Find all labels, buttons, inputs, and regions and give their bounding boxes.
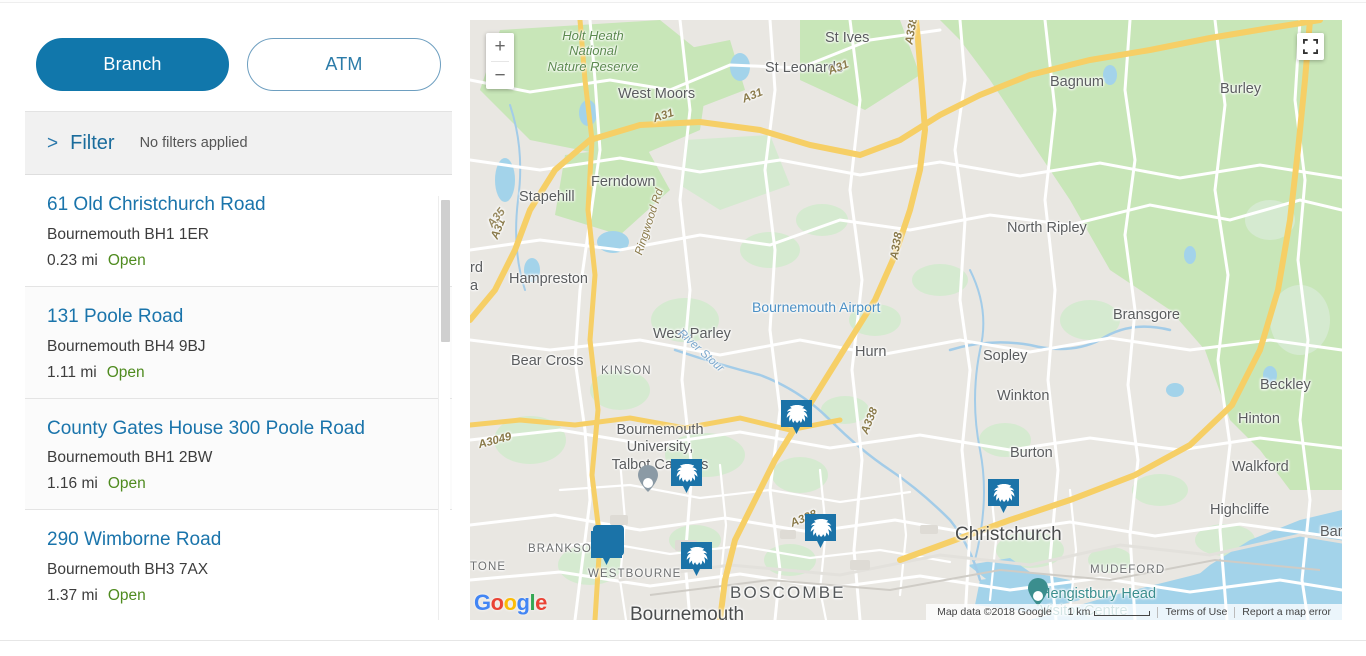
branch-meta: 0.23 mi Open xyxy=(47,252,432,270)
branch-list-panel: Branch ATM > Filter No filters applied 6… xyxy=(25,20,452,620)
top-divider xyxy=(0,0,1366,3)
branch-name-link[interactable]: 290 Wimborne Road xyxy=(47,528,432,552)
branch-open-status: Open xyxy=(107,251,146,269)
branch-address: Bournemouth BH3 7AX xyxy=(47,561,209,578)
zoom-out-button[interactable]: − xyxy=(486,62,514,90)
branch-toggle-label: Branch xyxy=(103,54,162,74)
branch-pin-4[interactable] xyxy=(803,512,838,552)
branch-list-item[interactable]: 290 Wimborne Road Bournemouth BH3 7AX 1.37… xyxy=(25,510,452,620)
branch-distance: 1.37 mi xyxy=(47,587,98,604)
branch-open-status: Open xyxy=(107,475,146,493)
fullscreen-button[interactable] xyxy=(1297,33,1324,60)
branch-pin-1[interactable] xyxy=(779,398,814,438)
branch-meta: 1.11 mi Open xyxy=(47,364,432,382)
atm-toggle-button[interactable]: ATM xyxy=(247,38,441,91)
branch-meta: 1.37 mi Open xyxy=(47,587,432,605)
branch-pin-5[interactable] xyxy=(589,525,624,569)
report-map-error-link[interactable]: Report a map error xyxy=(1235,606,1338,618)
branch-toggle-button[interactable]: Branch xyxy=(36,38,229,91)
branch-list-item[interactable]: 131 Poole Road Bournemouth BH4 9BJ 1.11 mi… xyxy=(25,286,452,399)
atm-toggle-label: ATM xyxy=(325,54,363,74)
branch-pin-2[interactable] xyxy=(669,457,704,497)
map-zoom-control[interactable]: + − xyxy=(486,33,514,89)
branch-address: Bournemouth BH1 2BW xyxy=(47,449,213,467)
fullscreen-icon xyxy=(1303,39,1318,54)
list-scrollbar-thumb[interactable] xyxy=(441,200,450,342)
branch-distance: 1.11 mi xyxy=(47,363,97,381)
branch-pin-6[interactable] xyxy=(679,540,714,580)
map-scale-line xyxy=(1094,611,1151,616)
filter-status-text: No filters applied xyxy=(139,135,248,151)
map-scale-label: 1 km xyxy=(1067,606,1091,618)
terms-of-use-link[interactable]: Terms of Use xyxy=(1158,606,1234,618)
branch-open-status: Open xyxy=(106,363,145,381)
map-data-credit: Map data ©2018 Google xyxy=(937,606,1052,618)
list-scrollbar[interactable] xyxy=(438,196,450,620)
branch-address: Bournemouth BH1 1ER xyxy=(47,225,209,243)
map-scale-bar: 1 km xyxy=(1061,606,1158,618)
branch-list-item[interactable]: 61 Old Christchurch Road Bournemouth BH1 … xyxy=(25,175,452,287)
zoom-in-button[interactable]: + xyxy=(486,33,514,61)
bottom-divider xyxy=(0,640,1366,641)
map-attribution-bar: Map data ©2018 Google 1 km Terms of Use … xyxy=(926,604,1342,620)
branch-distance: 1.16 mi xyxy=(47,475,98,493)
google-logo: Google xyxy=(474,590,547,615)
branch-open-status: Open xyxy=(107,587,146,604)
type-toggle-group: Branch ATM xyxy=(25,20,452,112)
branch-list-item[interactable]: County Gates House 300 Poole Road Bournem… xyxy=(25,398,452,511)
google-map[interactable]: .lnd{fill:#e9e7e2}.grn{fill:#c8e6b8}.grn… xyxy=(470,20,1342,620)
branch-meta: 1.16 mi Open xyxy=(47,475,432,493)
branch-name-link[interactable]: 131 Poole Road xyxy=(47,305,432,329)
branch-locator-page: Branch ATM > Filter No filters applied 6… xyxy=(0,0,1366,656)
branch-distance: 0.23 mi xyxy=(47,251,98,269)
branch-name-link[interactable]: County Gates House 300 Poole Road xyxy=(47,417,432,441)
filter-label[interactable]: Filter xyxy=(70,132,114,155)
branch-address: Bournemouth BH4 9BJ xyxy=(47,337,206,355)
branch-name-link[interactable]: 61 Old Christchurch Road xyxy=(47,193,432,217)
filter-bar[interactable]: > Filter No filters applied xyxy=(25,112,452,175)
branch-pin-3[interactable] xyxy=(986,477,1021,517)
chevron-right-icon[interactable]: > xyxy=(47,134,58,153)
branch-results-list[interactable]: 61 Old Christchurch Road Bournemouth BH1 … xyxy=(25,175,452,620)
